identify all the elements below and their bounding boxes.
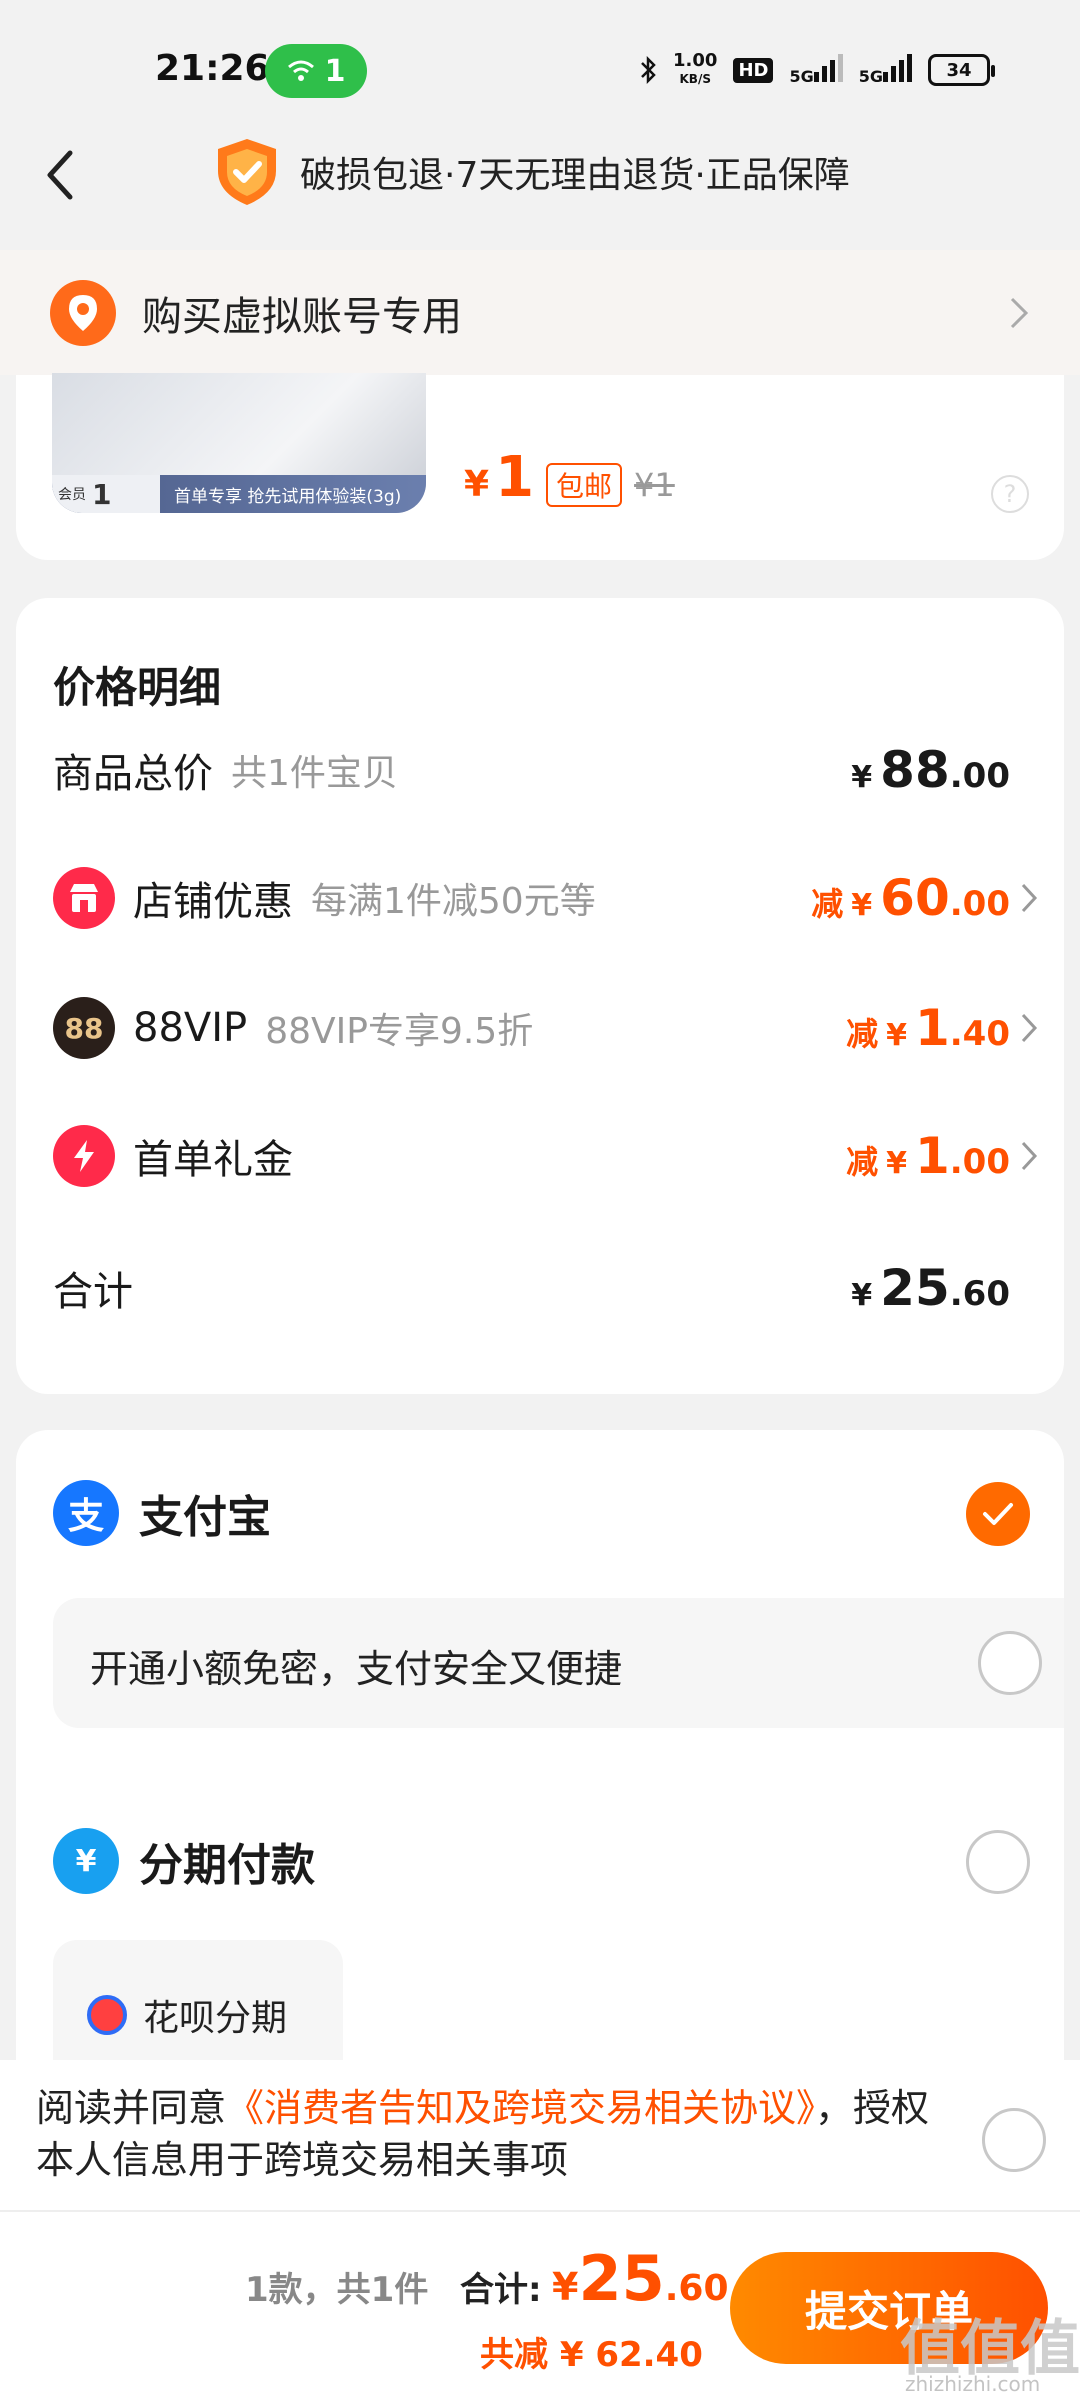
no-password-text: 开通小额免密，支付安全又便捷 bbox=[90, 1647, 623, 1691]
total-row: 合计 ¥25.60 bbox=[53, 1248, 1038, 1328]
chevron-right-icon bbox=[1021, 1141, 1038, 1171]
bluetooth-icon bbox=[641, 55, 656, 85]
huabei-label: 花呗分期 bbox=[143, 1998, 288, 2039]
status-icons: 1.00 KB/S HD 5G 5G 34 bbox=[639, 50, 995, 88]
first-order-gift-row[interactable]: 首单礼金 减 ¥1.00 bbox=[53, 1116, 1038, 1196]
first-gift-amount: 减 ¥1.00 bbox=[846, 1127, 1010, 1185]
alipay-icon: 支 bbox=[53, 1480, 119, 1546]
product-card[interactable]: 会员 1 首单专享 抢先试用体验装(3g) ¥1 包邮 ¥1 ? bbox=[16, 373, 1064, 560]
guarantee-text: 破损包退·7天无理由退货·正品保障 bbox=[300, 155, 850, 196]
payment-card: 支 支付宝 开通小额免密，支付安全又便捷 ¥ 分期付款 花呗分期 bbox=[16, 1430, 1064, 2130]
member-price-tag: 会员 1 bbox=[52, 475, 160, 513]
no-password-option[interactable]: 开通小额免密，支付安全又便捷 bbox=[53, 1598, 1064, 1728]
goods-total-row: 商品总价 共1件宝贝 ¥88.00 bbox=[53, 730, 1038, 810]
goods-total-sub: 共1件宝贝 bbox=[231, 753, 398, 794]
lightning-icon bbox=[53, 1125, 115, 1187]
shop-discount-sub: 每满1件减50元等 bbox=[311, 881, 596, 922]
goods-total-label: 商品总价 bbox=[53, 751, 213, 797]
help-icon[interactable]: ? bbox=[991, 475, 1029, 513]
agreement-text: 阅读并同意《消费者告知及跨境交易相关协议》，授权本人信息用于跨境交易相关事项 bbox=[36, 2086, 930, 2182]
agreement-link[interactable]: 《消费者告知及跨境交易相关协议》 bbox=[226, 2086, 815, 2130]
bottom-total-amount: ¥25.60 bbox=[552, 2242, 729, 2315]
alipay-label: 支付宝 bbox=[139, 1492, 271, 1543]
installment-icon: ¥ bbox=[53, 1828, 119, 1894]
price-details-title: 价格明细 bbox=[53, 663, 222, 712]
total-saved: 共减 ¥ 62.40 bbox=[480, 2335, 703, 2375]
bottom-total-label: 合计: bbox=[460, 2270, 542, 2310]
chevron-right-icon bbox=[1010, 297, 1029, 328]
guarantee-banner: 破损包退·7天无理由退货·正品保障 bbox=[210, 135, 850, 209]
back-arrow-icon[interactable] bbox=[40, 145, 80, 205]
chevron-right-icon bbox=[1021, 883, 1038, 913]
product-price: ¥1 bbox=[464, 445, 535, 510]
signal-5g-1: 5G bbox=[789, 52, 843, 88]
goods-total-amount: ¥88.00 bbox=[851, 741, 1010, 799]
vip-sub: 88VIP专享9.5折 bbox=[265, 1011, 534, 1052]
shop-discount-label: 店铺优惠 bbox=[133, 879, 293, 925]
check-icon bbox=[983, 1503, 1013, 1525]
signal-5g-2: 5G bbox=[859, 52, 912, 88]
no-password-radio[interactable] bbox=[978, 1631, 1042, 1695]
huabei-icon bbox=[87, 1995, 127, 2035]
first-gift-label: 首单礼金 bbox=[133, 1137, 293, 1183]
vip-label: 88VIP bbox=[133, 1005, 248, 1051]
watermark-url: zhizhizhi.com bbox=[905, 2372, 1041, 2396]
installment-label: 分期付款 bbox=[139, 1840, 315, 1891]
thumbnail-band: 会员 1 首单专享 抢先试用体验装(3g) bbox=[52, 475, 426, 513]
status-time: 21:26 bbox=[155, 48, 270, 89]
alipay-selected-check[interactable] bbox=[966, 1482, 1030, 1546]
original-price: ¥1 bbox=[634, 466, 675, 504]
vip-discount-amount: 减 ¥1.40 bbox=[846, 999, 1010, 1057]
item-count: 1款，共1件 bbox=[245, 2270, 429, 2310]
address-text: 购买虚拟账号专用 bbox=[142, 293, 462, 340]
vip-discount-row[interactable]: 88 88VIP 88VIP专享9.5折 减 ¥1.40 bbox=[53, 988, 1038, 1068]
net-speed: 1.00 KB/S bbox=[673, 50, 718, 87]
hd-icon: HD bbox=[733, 57, 774, 83]
free-shipping-badge: 包邮 bbox=[546, 463, 623, 507]
total-label: 合计 bbox=[53, 1269, 133, 1315]
wifi-count: 1 bbox=[324, 53, 346, 89]
alipay-option[interactable]: 支 支付宝 bbox=[53, 1480, 271, 1546]
wifi-icon bbox=[287, 60, 314, 81]
location-pin-icon bbox=[50, 279, 116, 346]
installment-radio[interactable] bbox=[966, 1830, 1030, 1894]
address-bar[interactable]: 购买虚拟账号专用 bbox=[0, 250, 1080, 375]
price-details-card: 价格明细 商品总价 共1件宝贝 ¥88.00 店铺优惠 每满1件减50元等 减 ¥… bbox=[16, 598, 1064, 1394]
88vip-icon: 88 bbox=[53, 997, 115, 1059]
thumbnail-promo: 首单专享 抢先试用体验装(3g) bbox=[174, 486, 402, 507]
shop-icon bbox=[53, 867, 115, 929]
shop-discount-amount: 减 ¥60.00 bbox=[811, 869, 1010, 927]
wifi-indicator: 1 bbox=[265, 44, 367, 98]
agreement-section: 阅读并同意《消费者告知及跨境交易相关协议》，授权本人信息用于跨境交易相关事项 bbox=[0, 2060, 1080, 2210]
shield-check-icon bbox=[218, 139, 276, 205]
chevron-right-icon bbox=[1021, 1013, 1038, 1043]
installment-option[interactable]: ¥ 分期付款 bbox=[53, 1828, 315, 1894]
product-thumbnail[interactable]: 会员 1 首单专享 抢先试用体验装(3g) bbox=[52, 373, 426, 513]
total-amount: ¥25.60 bbox=[851, 1259, 1010, 1317]
agreement-radio[interactable] bbox=[982, 2108, 1046, 2172]
product-price-row: ¥1 包邮 ¥1 bbox=[464, 445, 675, 510]
battery-icon: 34 bbox=[928, 54, 995, 86]
shop-discount-row[interactable]: 店铺优惠 每满1件减50元等 减 ¥60.00 bbox=[53, 858, 1038, 938]
